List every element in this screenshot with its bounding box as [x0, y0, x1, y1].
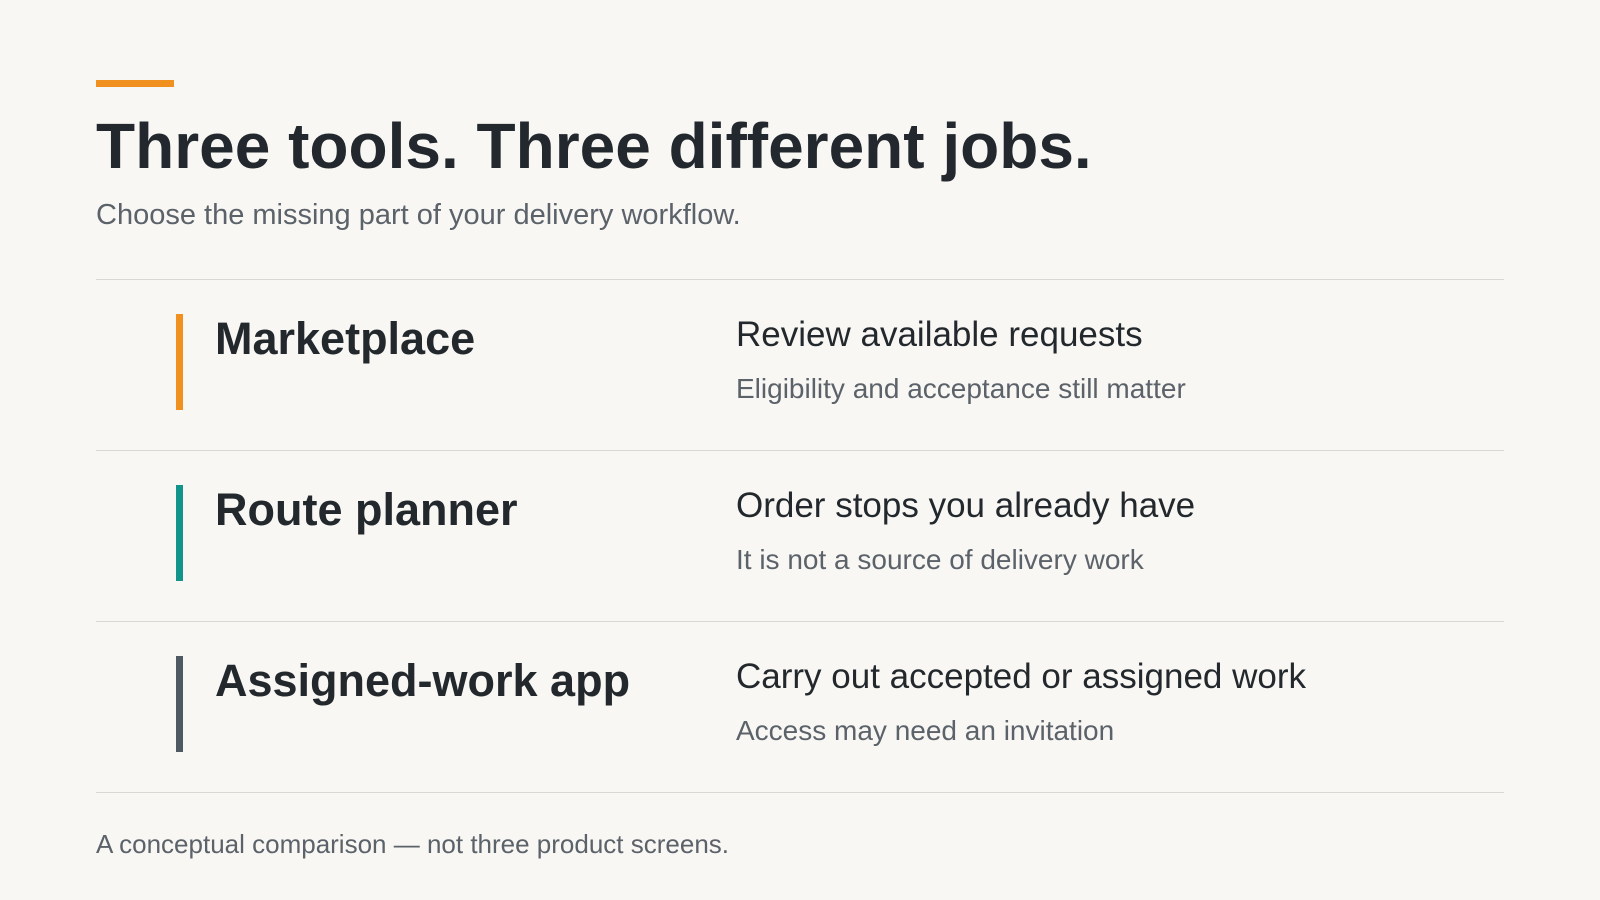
title-accent-bar: [96, 80, 174, 87]
tool-job: Order stops you already have: [736, 486, 1196, 525]
tool-job: Carry out accepted or assigned work: [736, 657, 1306, 696]
tool-row-marketplace: Marketplace Review available requests El…: [96, 280, 1504, 451]
tool-name: Marketplace: [215, 313, 476, 364]
tool-note: Eligibility and acceptance still matter: [736, 373, 1186, 404]
tool-name: Route planner: [215, 484, 518, 535]
row-color-marker: [176, 656, 183, 752]
row-color-marker: [176, 485, 183, 581]
slide-title: Three tools. Three different jobs.: [96, 110, 1092, 182]
tool-note: Access may need an invitation: [736, 715, 1115, 746]
tool-job: Review available requests: [736, 315, 1143, 354]
row-color-marker: [176, 314, 183, 410]
footnote: A conceptual comparison — not three prod…: [96, 829, 730, 859]
tool-row-assigned-work-app: Assigned-work app Carry out accepted or …: [96, 622, 1504, 793]
tool-row-route-planner: Route planner Order stops you already ha…: [96, 451, 1504, 622]
tool-name: Assigned-work app: [215, 655, 631, 706]
tool-note: It is not a source of delivery work: [736, 544, 1144, 575]
tool-comparison-list: Marketplace Review available requests El…: [96, 279, 1504, 793]
slide-subtitle: Choose the missing part of your delivery…: [96, 199, 741, 231]
